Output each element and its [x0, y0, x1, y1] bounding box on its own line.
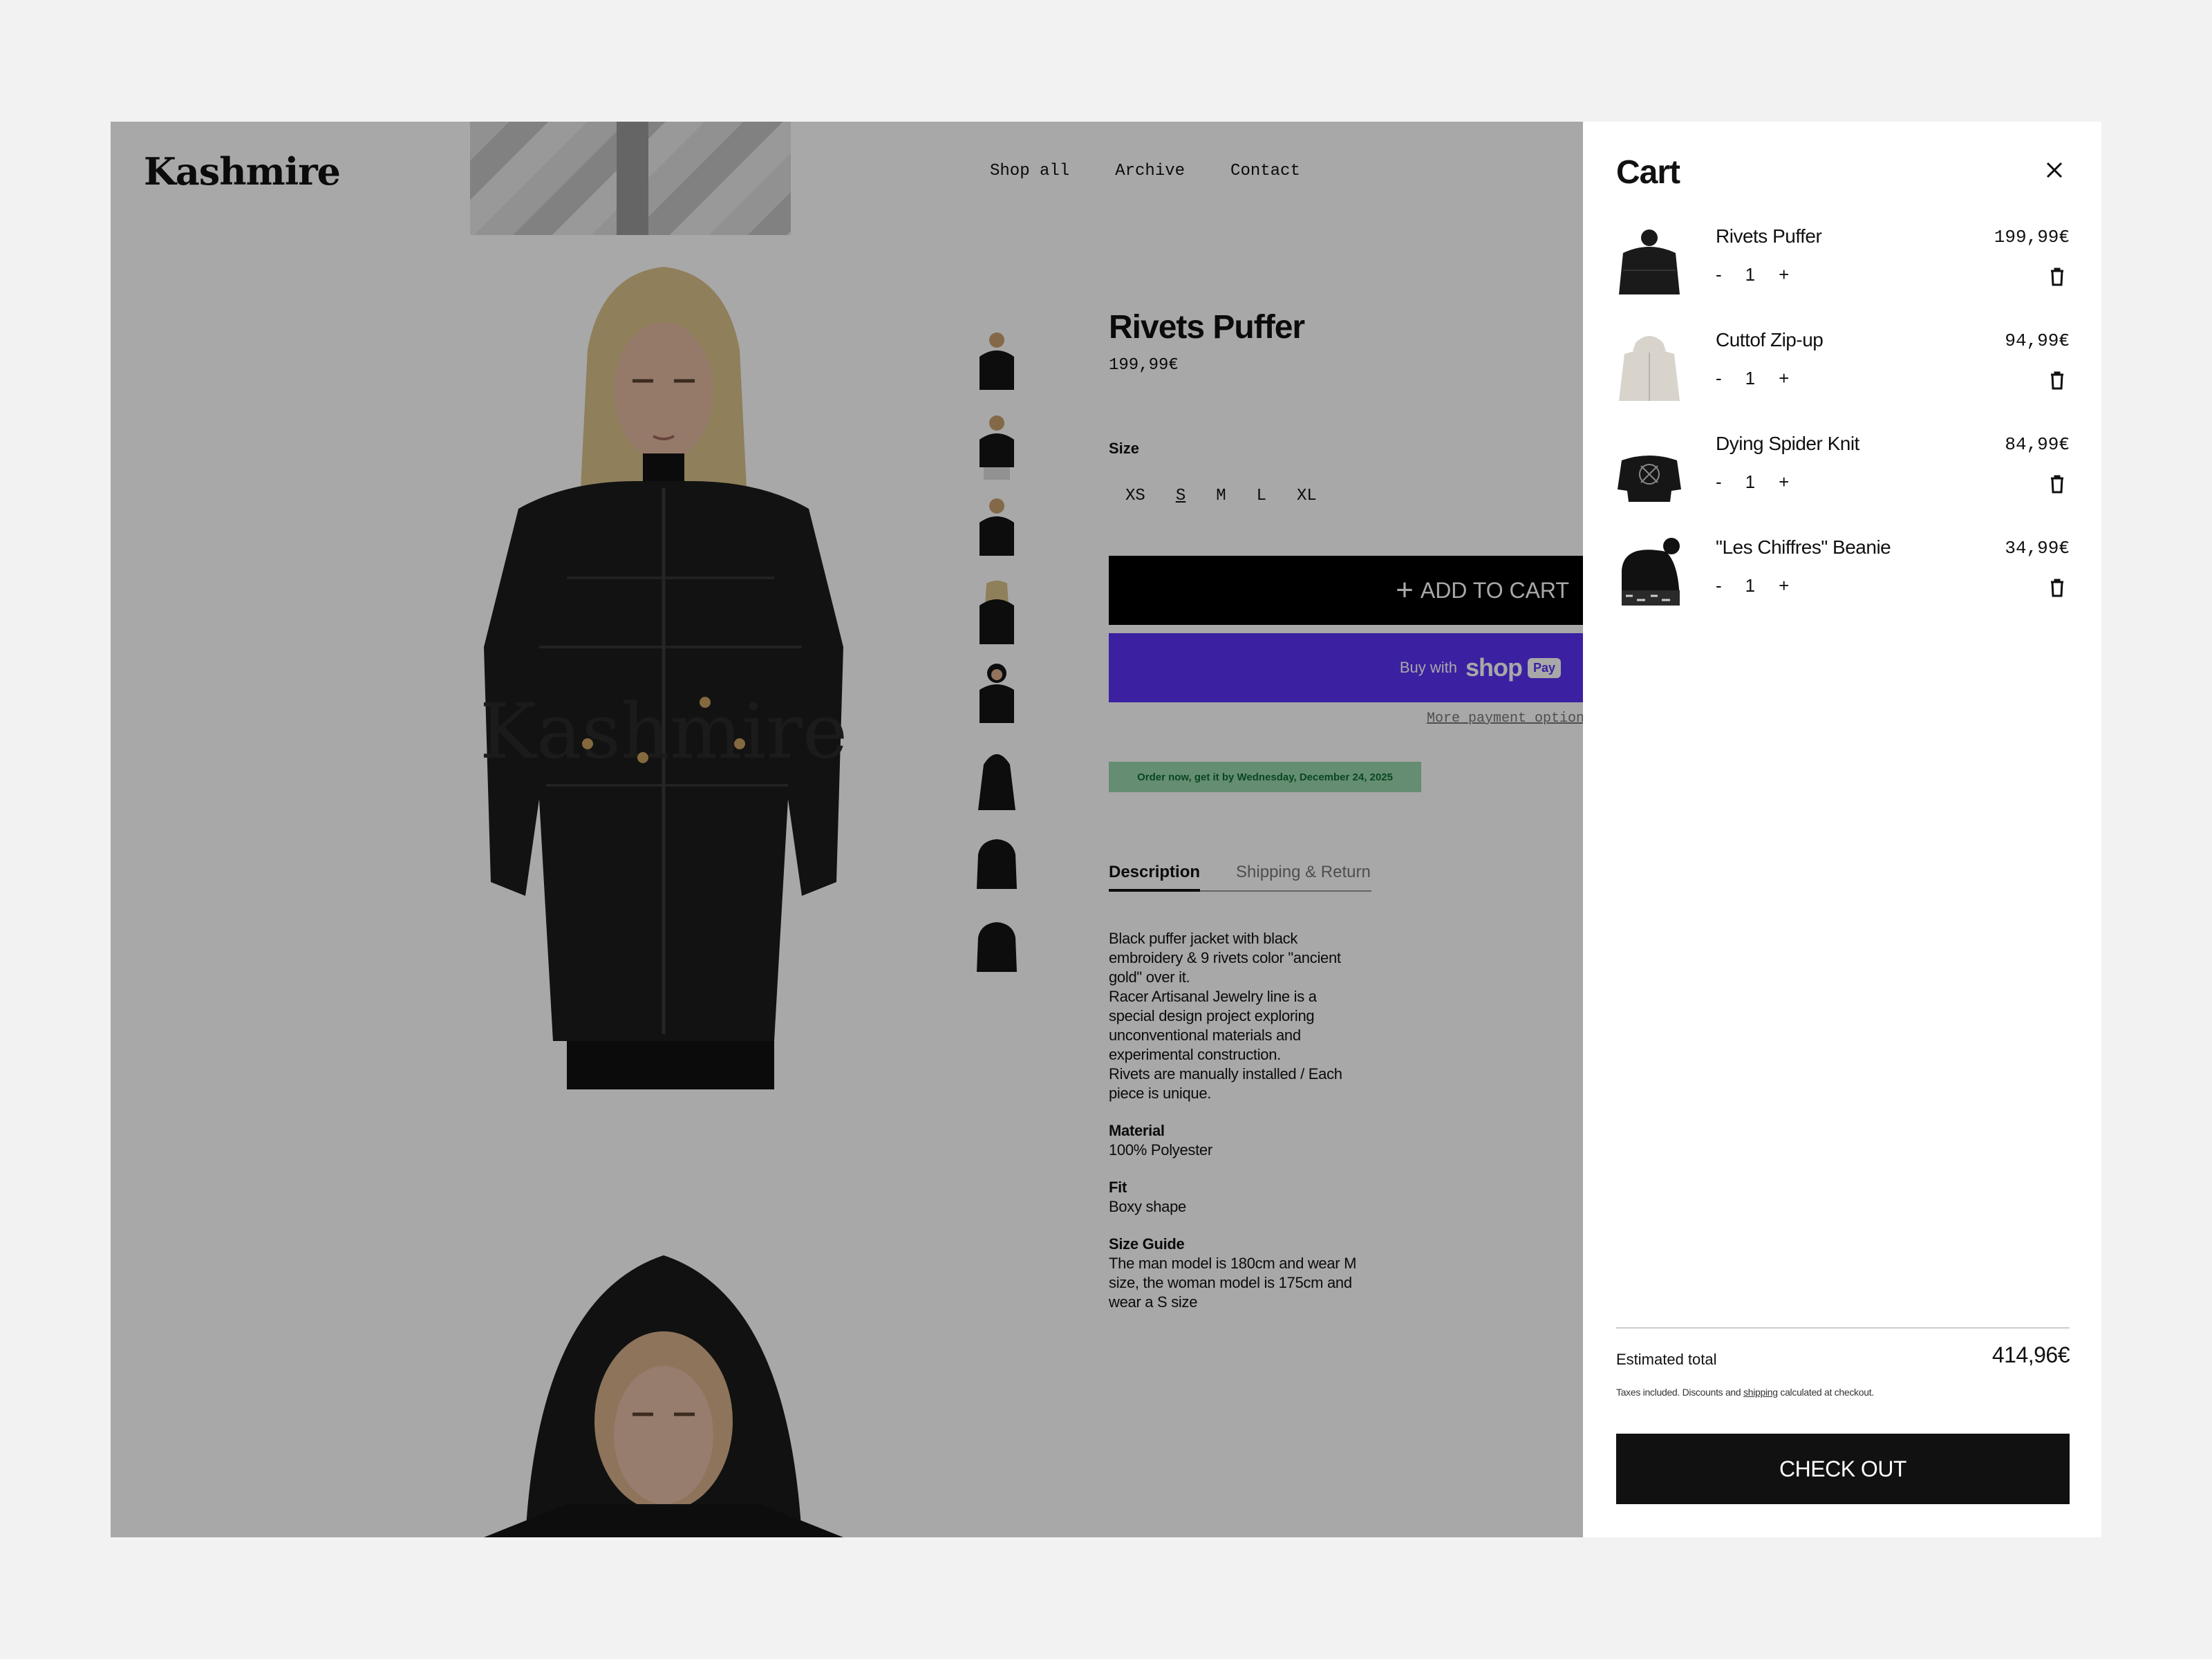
- increase-quantity-button[interactable]: +: [1779, 264, 1789, 285]
- app-frame: Kashmire Shop all Archive Contact Kashmi…: [111, 122, 2101, 1537]
- decrease-quantity-button[interactable]: -: [1716, 471, 1722, 493]
- cart-item: "Les Chiffres" Beanie 34,99€ - 1 +: [1616, 536, 2070, 640]
- quantity-stepper: - 1 +: [1716, 264, 1789, 285]
- quantity-value: 1: [1745, 264, 1756, 285]
- cart-item: Cuttof Zip-up 94,99€ - 1 +: [1616, 329, 2070, 433]
- cart-item-price: 84,99€: [2005, 434, 2070, 455]
- quantity-stepper: - 1 +: [1716, 368, 1789, 389]
- cart-item-image: [1618, 456, 1681, 502]
- cart-item-name[interactable]: Rivets Puffer: [1716, 225, 1822, 247]
- checkout-button[interactable]: CHECK OUT: [1616, 1434, 2070, 1504]
- cart-item-image: [1619, 229, 1680, 294]
- trash-icon[interactable]: [2049, 267, 2065, 286]
- trash-icon[interactable]: [2049, 371, 2065, 390]
- increase-quantity-button[interactable]: +: [1779, 368, 1789, 389]
- shipping-link[interactable]: shipping: [1743, 1387, 1778, 1398]
- cart-item-price: 34,99€: [2005, 538, 2070, 559]
- cart-item-name[interactable]: "Les Chiffres" Beanie: [1716, 536, 1891, 559]
- cart-item-name[interactable]: Dying Spider Knit: [1716, 433, 1859, 455]
- tax-note-text: calculated at checkout.: [1780, 1387, 1874, 1398]
- cart-item-price: 94,99€: [2005, 330, 2070, 351]
- increase-quantity-button[interactable]: +: [1779, 471, 1789, 493]
- trash-icon[interactable]: [2049, 578, 2065, 597]
- tax-note: Taxes included. Discounts and shipping c…: [1616, 1387, 1874, 1398]
- quantity-stepper: - 1 +: [1716, 471, 1789, 493]
- trash-icon[interactable]: [2049, 474, 2065, 494]
- cart-item: Rivets Puffer 199,99€ - 1 +: [1616, 225, 2070, 329]
- cart-item: Dying Spider Knit 84,99€ - 1 +: [1616, 433, 2070, 536]
- quantity-value: 1: [1745, 575, 1756, 596]
- estimated-total-value: 414,96€: [1991, 1342, 2070, 1367]
- estimated-total-label: Estimated total: [1616, 1351, 1717, 1368]
- cart-item-name[interactable]: Cuttof Zip-up: [1716, 329, 1824, 351]
- cart-title: Cart: [1616, 154, 1680, 191]
- cart-item-image: [1622, 538, 1680, 606]
- decrease-quantity-button[interactable]: -: [1716, 575, 1722, 597]
- quantity-value: 1: [1745, 368, 1756, 388]
- cart-footer-divider: [1616, 1327, 2070, 1329]
- quantity-value: 1: [1745, 471, 1756, 492]
- decrease-quantity-button[interactable]: -: [1716, 368, 1722, 389]
- tax-note-text: Taxes included. Discounts and: [1616, 1387, 1741, 1398]
- cart-item-price: 199,99€: [1994, 227, 2070, 247]
- decrease-quantity-button[interactable]: -: [1716, 264, 1722, 285]
- product-page: Kashmire Shop all Archive Contact Kashmi…: [111, 122, 1583, 1537]
- close-icon[interactable]: [2041, 156, 2068, 184]
- increase-quantity-button[interactable]: +: [1779, 575, 1789, 597]
- cart-item-image: [1619, 336, 1680, 401]
- quantity-stepper: - 1 +: [1716, 575, 1789, 597]
- cart-backdrop-overlay[interactable]: [111, 122, 1583, 1537]
- cart-items: Rivets Puffer 199,99€ - 1 + Cuttof Zip-u…: [1616, 225, 2070, 640]
- cart-drawer: Cart Rivets Puffer 199,99€ - 1 + Cuttof …: [1583, 122, 2101, 1537]
